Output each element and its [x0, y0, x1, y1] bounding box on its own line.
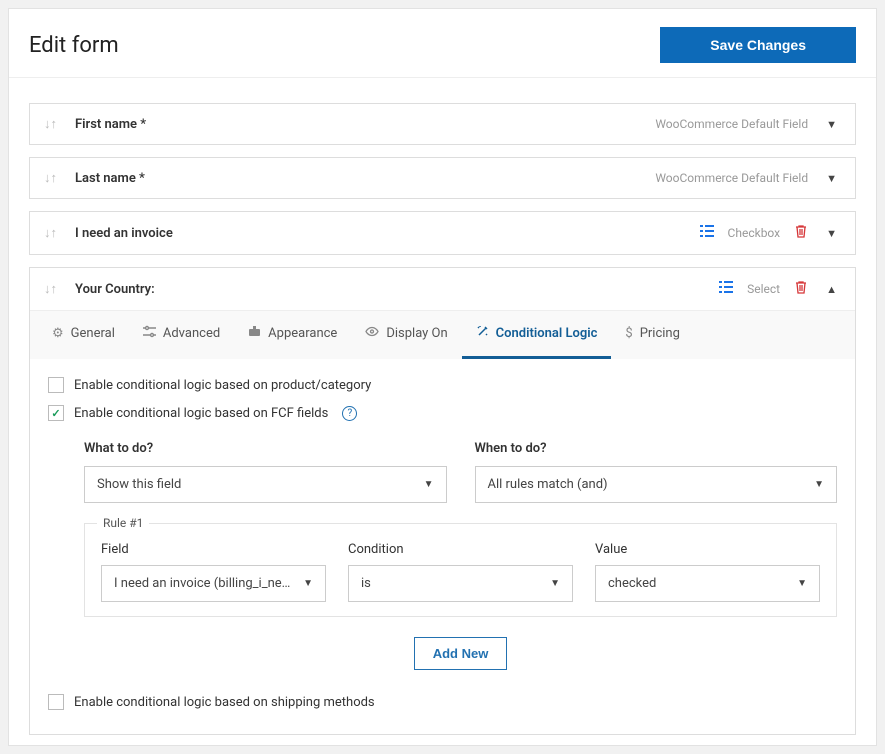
- page-header: Edit form Save Changes: [9, 9, 876, 78]
- wand-icon: [476, 325, 489, 342]
- fcf-config: What to do? Show this field ▼ When to do…: [48, 433, 837, 670]
- expand-toggle-icon[interactable]: ▼: [822, 172, 841, 185]
- gear-icon: ⚙: [52, 326, 64, 341]
- list-icon: [700, 224, 714, 242]
- what-col: What to do? Show this field ▼: [84, 441, 447, 503]
- field-bar[interactable]: ↓↑ Your Country: Select ▲: [30, 268, 855, 310]
- field-bar[interactable]: ↓↑ Last name * WooCommerce Default Field…: [30, 158, 855, 198]
- rule-field-col: Field I need an invoice (billing_i_need_…: [101, 542, 326, 602]
- enable-shipping-label: Enable conditional logic based on shippi…: [74, 695, 375, 710]
- what-label: What to do?: [84, 441, 447, 456]
- field-name: First name *: [75, 117, 655, 132]
- tab-label: Appearance: [268, 326, 337, 341]
- tab-label: General: [71, 326, 115, 341]
- what-value: Show this field: [97, 477, 181, 492]
- list-icon: [719, 280, 733, 298]
- rule-value-select[interactable]: checked ▼: [595, 565, 820, 602]
- field-row: ↓↑ First name * WooCommerce Default Fiel…: [29, 103, 856, 145]
- field-row: ↓↑ I need an invoice Checkbox ▼: [29, 211, 856, 255]
- when-value: All rules match (and): [488, 477, 608, 492]
- drag-handle-icon[interactable]: ↓↑: [44, 225, 57, 241]
- dollar-icon: $: [625, 326, 632, 341]
- sliders-icon: [143, 325, 156, 342]
- what-when-row: What to do? Show this field ▼ When to do…: [84, 441, 837, 503]
- when-select[interactable]: All rules match (and) ▼: [475, 466, 838, 503]
- field-type-label: Checkbox: [728, 226, 781, 240]
- enable-product-row: Enable conditional logic based on produc…: [48, 377, 837, 393]
- enable-shipping-checkbox[interactable]: [48, 694, 64, 710]
- field-type-label: WooCommerce Default Field: [655, 171, 808, 185]
- tab-pricing[interactable]: $ Pricing: [611, 311, 694, 359]
- help-icon[interactable]: ?: [342, 406, 357, 421]
- tab-display-on[interactable]: Display On: [351, 311, 461, 359]
- field-row: ↓↑ Your Country: Select ▲ ⚙ General: [29, 267, 856, 735]
- add-new-row: Add New: [84, 637, 837, 670]
- trash-icon[interactable]: [794, 224, 808, 242]
- rule-legend: Rule #1: [97, 516, 149, 530]
- tab-advanced[interactable]: Advanced: [129, 311, 234, 359]
- edit-form-page: Edit form Save Changes ↓↑ First name * W…: [8, 8, 877, 746]
- field-meta: WooCommerce Default Field ▼: [655, 117, 841, 131]
- chevron-down-icon: ▼: [797, 578, 807, 589]
- field-name: Last name *: [75, 171, 655, 186]
- field-bar[interactable]: ↓↑ First name * WooCommerce Default Fiel…: [30, 104, 855, 144]
- save-changes-button[interactable]: Save Changes: [660, 27, 856, 63]
- rule-value-label: Value: [595, 542, 820, 557]
- chevron-down-icon: ▼: [424, 479, 434, 490]
- collapse-toggle-icon[interactable]: ▲: [822, 283, 841, 296]
- appearance-icon: [248, 325, 261, 342]
- when-col: When to do? All rules match (and) ▼: [475, 441, 838, 503]
- field-type-label: WooCommerce Default Field: [655, 117, 808, 131]
- enable-fcf-label: Enable conditional logic based on FCF fi…: [74, 406, 328, 421]
- trash-icon[interactable]: [794, 280, 808, 298]
- rule-1: Rule #1 Field I need an invoice (billing…: [84, 523, 837, 617]
- tab-conditional-logic[interactable]: Conditional Logic: [462, 311, 612, 359]
- eye-icon: [365, 325, 379, 342]
- page-title: Edit form: [29, 33, 119, 58]
- when-label: When to do?: [475, 441, 838, 456]
- rule-condition-select[interactable]: is ▼: [348, 565, 573, 602]
- rule-condition-col: Condition is ▼: [348, 542, 573, 602]
- rule-cols: Field I need an invoice (billing_i_need_…: [101, 542, 820, 602]
- add-new-button[interactable]: Add New: [414, 637, 508, 670]
- rule-condition-value: is: [361, 576, 371, 591]
- enable-product-label: Enable conditional logic based on produc…: [74, 378, 371, 393]
- tab-label: Conditional Logic: [496, 326, 598, 341]
- tabs-bar: ⚙ General Advanced Appearance: [30, 310, 855, 359]
- rule-field-value: I need an invoice (billing_i_need_a...: [114, 576, 294, 591]
- drag-handle-icon[interactable]: ↓↑: [44, 170, 57, 186]
- tab-label: Pricing: [640, 326, 680, 341]
- expand-toggle-icon[interactable]: ▼: [822, 118, 841, 131]
- drag-handle-icon[interactable]: ↓↑: [44, 281, 57, 297]
- field-type-label: Select: [747, 282, 780, 296]
- chevron-down-icon: ▼: [550, 578, 560, 589]
- enable-shipping-row: Enable conditional logic based on shippi…: [48, 694, 837, 710]
- tab-general[interactable]: ⚙ General: [38, 311, 129, 359]
- rule-field-select[interactable]: I need an invoice (billing_i_need_a... ▼: [101, 565, 326, 602]
- chevron-down-icon: ▼: [814, 479, 824, 490]
- rule-value-value: checked: [608, 576, 656, 591]
- drag-handle-icon[interactable]: ↓↑: [44, 116, 57, 132]
- field-meta: Checkbox ▼: [700, 224, 841, 242]
- rule-condition-label: Condition: [348, 542, 573, 557]
- enable-fcf-row: Enable conditional logic based on FCF fi…: [48, 405, 837, 421]
- tab-appearance[interactable]: Appearance: [234, 311, 351, 359]
- tab-label: Display On: [386, 326, 447, 341]
- tab-label: Advanced: [163, 326, 220, 341]
- field-row: ↓↑ Last name * WooCommerce Default Field…: [29, 157, 856, 199]
- field-bar[interactable]: ↓↑ I need an invoice Checkbox ▼: [30, 212, 855, 254]
- rule-value-col: Value checked ▼: [595, 542, 820, 602]
- field-meta: WooCommerce Default Field ▼: [655, 171, 841, 185]
- rule-field-label: Field: [101, 542, 326, 557]
- chevron-down-icon: ▼: [303, 578, 313, 589]
- enable-product-checkbox[interactable]: [48, 377, 64, 393]
- conditional-logic-panel: Enable conditional logic based on produc…: [30, 359, 855, 734]
- enable-fcf-checkbox[interactable]: [48, 405, 64, 421]
- fields-list: ↓↑ First name * WooCommerce Default Fiel…: [9, 78, 876, 745]
- field-name: I need an invoice: [75, 226, 700, 241]
- expand-toggle-icon[interactable]: ▼: [822, 227, 841, 240]
- what-select[interactable]: Show this field ▼: [84, 466, 447, 503]
- field-meta: Select ▲: [719, 280, 841, 298]
- field-name: Your Country:: [75, 282, 719, 297]
